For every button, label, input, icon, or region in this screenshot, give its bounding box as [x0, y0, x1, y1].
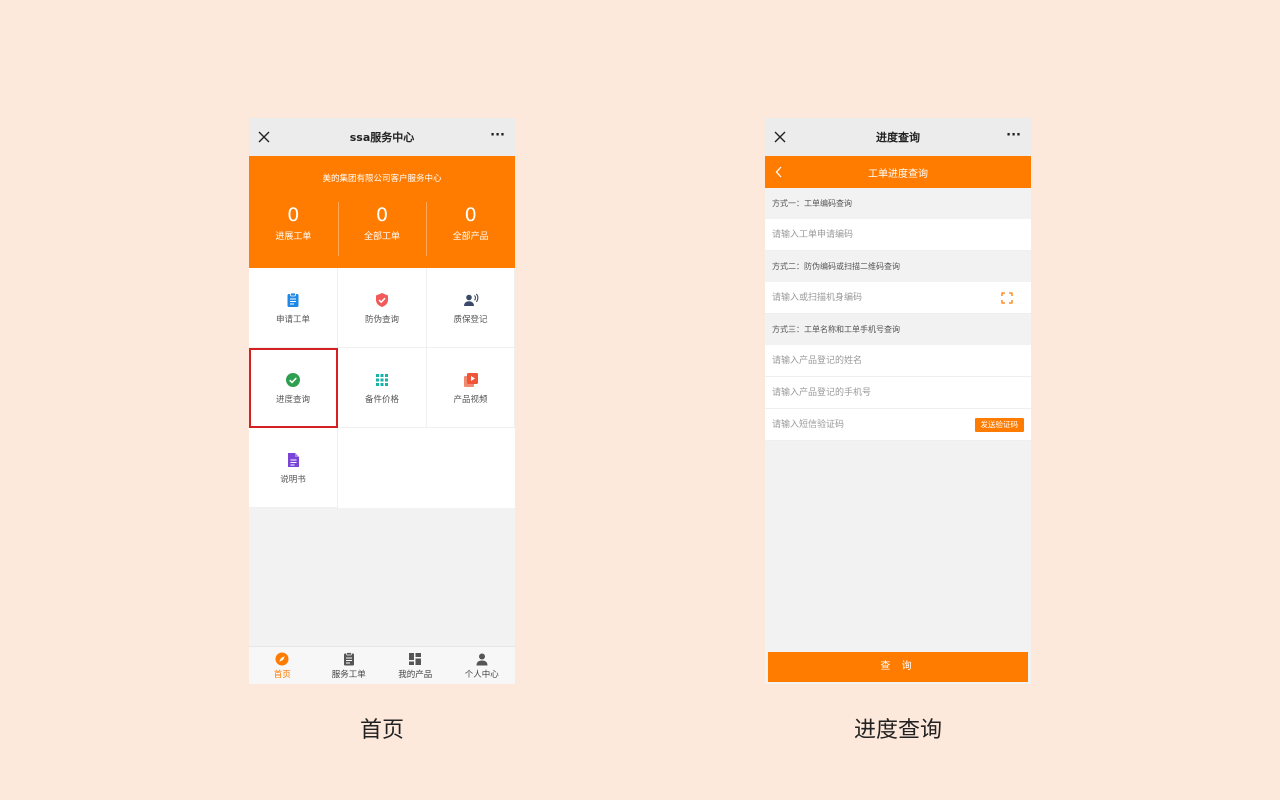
compass-icon — [275, 652, 289, 666]
grid-item-label: 备件价格 — [364, 395, 399, 405]
video-icon — [463, 373, 478, 387]
grid-item-label: 申请工单 — [275, 315, 310, 325]
query-titlebar: 进度查询 ··· — [765, 118, 1031, 156]
grid-dots-icon — [376, 374, 388, 386]
query-submit-button[interactable]: 查 询 — [768, 652, 1028, 682]
tab-label: 首页 — [273, 670, 291, 680]
query-caption: 进度查询 — [853, 718, 942, 743]
tab-label: 个人中心 — [464, 670, 499, 680]
query-window-title: 进度查询 — [876, 131, 920, 144]
stat-label: 全部工单 — [364, 232, 401, 242]
sms-code-placeholder: 请输入短信验证码 — [772, 420, 845, 430]
method3-heading: 方式三：工单名称和工单手机号查询 — [765, 314, 1031, 345]
more-icon[interactable]: ··· — [1006, 129, 1021, 142]
shield-check-icon — [376, 293, 388, 307]
grid-item-apply-order[interactable]: 申请工单 — [249, 268, 338, 348]
tab-service-orders[interactable]: 服务工单 — [316, 647, 383, 684]
scan-icon[interactable] — [1001, 292, 1013, 304]
bottom-tabbar: 首页 服务工单 我的产品 个人中心 — [249, 646, 515, 684]
phone-input[interactable]: 请输入产品登记的手机号 — [765, 377, 1031, 409]
home-caption: 首页 — [359, 718, 404, 743]
stat-label: 全部产品 — [452, 232, 489, 242]
document-icon — [288, 453, 299, 467]
serial-code-input[interactable]: 请输入或扫描机身编码 — [765, 282, 1031, 314]
sms-code-input[interactable]: 请输入短信验证码 发送验证码 — [765, 409, 1031, 441]
serial-code-placeholder: 请输入或扫描机身编码 — [772, 293, 863, 303]
clipboard-icon — [287, 292, 299, 307]
stat-value: 0 — [287, 204, 300, 226]
close-icon[interactable] — [773, 130, 787, 144]
grid-item-warranty[interactable]: 质保登记 — [427, 268, 515, 348]
tab-my-products[interactable]: 我的产品 — [382, 647, 449, 684]
grid-item-progress-query[interactable]: 进度查询 — [249, 348, 338, 428]
clipboard-icon — [343, 652, 354, 666]
method2-heading: 方式二：防伪编码或扫描二维码查询 — [765, 251, 1031, 282]
home-window-title: ssa服务中心 — [349, 131, 415, 144]
stat-all-orders[interactable]: 0 全部工单 — [337, 200, 427, 258]
tab-label: 服务工单 — [331, 670, 366, 680]
stat-all-products[interactable]: 0 全部产品 — [426, 200, 515, 258]
tab-profile[interactable]: 个人中心 — [449, 647, 516, 684]
check-circle-icon — [286, 373, 300, 387]
person-icon — [476, 653, 488, 666]
grid-item-label: 进度查询 — [275, 395, 310, 405]
stat-label: 进展工单 — [275, 232, 312, 242]
feature-grid: 申请工单 防伪查询 质保登记 进度查询 备件价格 产品视频 说明书 — [249, 268, 515, 508]
order-code-input[interactable]: 请输入工单申请编码 — [765, 219, 1031, 251]
grid-item-anti-counterfeit[interactable]: 防伪查询 — [338, 268, 427, 348]
grid-item-product-video[interactable]: 产品视频 — [427, 348, 515, 428]
grid-item-label: 产品视频 — [453, 395, 488, 405]
grid-item-parts-price[interactable]: 备件价格 — [338, 348, 427, 428]
stats-row: 0 进展工单 0 全部工单 0 全部产品 — [249, 198, 515, 258]
method1-heading: 方式一：工单编码查询 — [765, 188, 1031, 219]
stat-in-progress[interactable]: 0 进展工单 — [249, 200, 338, 258]
banner-subtitle: 美的集团有限公司客户服务中心 — [322, 174, 442, 184]
stat-value: 0 — [464, 204, 477, 226]
nav-title: 工单进度查询 — [868, 168, 928, 180]
send-code-button[interactable]: 发送验证码 — [974, 418, 1024, 432]
home-titlebar: ssa服务中心 ··· — [249, 118, 515, 156]
query-screen: 进度查询 ··· 工单进度查询 方式一：工单编码查询 请输入工单申请编码 方式二… — [765, 118, 1031, 684]
query-navbar: 工单进度查询 — [765, 156, 1031, 188]
tab-label: 我的产品 — [398, 670, 433, 680]
grid-item-label: 质保登记 — [453, 315, 488, 325]
grid-empty-space — [338, 428, 427, 508]
grid-item-label: 防伪查询 — [364, 315, 399, 325]
back-arrow-icon[interactable] — [774, 165, 784, 179]
grid-item-label: 说明书 — [280, 475, 306, 485]
stat-value: 0 — [375, 204, 389, 226]
more-icon[interactable]: ··· — [490, 129, 505, 142]
tab-home[interactable]: 首页 — [249, 647, 316, 684]
name-input[interactable]: 请输入产品登记的姓名 — [765, 345, 1031, 377]
grid-item-manual[interactable]: 说明书 — [249, 428, 338, 508]
home-screen: ssa服务中心 ··· 美的集团有限公司客户服务中心 0 进展工单 0 全部工单… — [249, 118, 515, 684]
summary-banner: 美的集团有限公司客户服务中心 0 进展工单 0 全部工单 0 全部产品 — [249, 156, 515, 268]
user-voice-icon — [463, 293, 478, 306]
grid-empty-space — [427, 428, 515, 508]
dashboard-icon — [409, 653, 422, 665]
close-icon[interactable] — [257, 130, 271, 144]
